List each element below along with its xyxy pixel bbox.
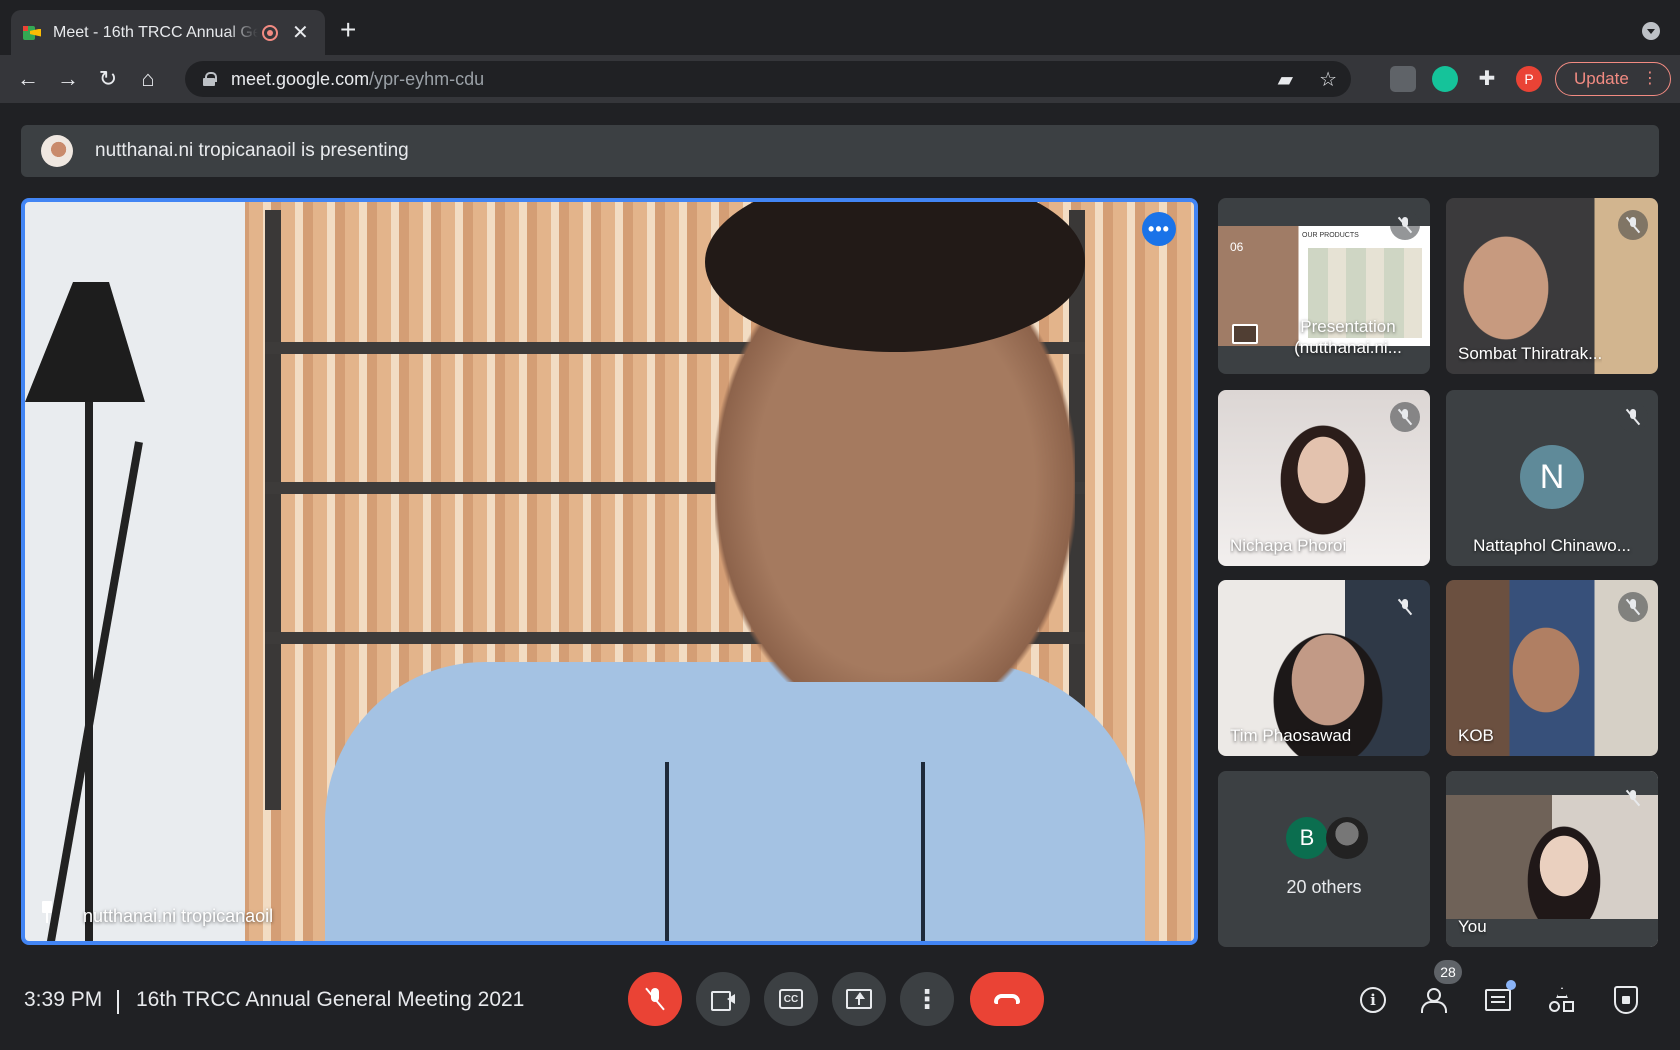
activities-button[interactable] bbox=[1544, 982, 1580, 1018]
participant-count-badge: 28 bbox=[1434, 960, 1462, 984]
grammarly-icon[interactable] bbox=[1432, 66, 1458, 92]
muted-icon bbox=[1618, 210, 1648, 240]
mic-off-icon bbox=[648, 988, 662, 1010]
presenting-banner: nutthanai.ni tropicanaoil is presenting bbox=[21, 125, 1659, 177]
new-tab-icon[interactable]: + bbox=[340, 16, 356, 44]
present-now-button[interactable] bbox=[832, 972, 886, 1026]
self-view-tile[interactable]: You bbox=[1446, 771, 1658, 947]
slide-heading: OUR PRODUCTS bbox=[1302, 232, 1359, 239]
meeting-details-button[interactable]: i bbox=[1355, 982, 1391, 1018]
muted-icon bbox=[1618, 402, 1648, 432]
speaker-lanyard bbox=[665, 762, 925, 941]
show-everyone-button[interactable] bbox=[1418, 982, 1454, 1018]
browser-tab-strip: Meet - 16th TRCC Annual General Meeting … bbox=[0, 0, 1680, 55]
tile-name: Sombat Thiratrak... bbox=[1458, 344, 1603, 363]
people-icon bbox=[1421, 988, 1451, 1013]
others-tile[interactable]: B 20 others bbox=[1218, 771, 1430, 947]
closed-captions-icon: CC bbox=[779, 989, 803, 1009]
main-speaker-name: nutthanai.ni tropicanaoil bbox=[83, 906, 274, 926]
extension-chat-icon[interactable] bbox=[1390, 66, 1416, 92]
address-bar[interactable]: meet.google.com/ypr-eyhm-cdu ▰ ☆ bbox=[185, 61, 1351, 97]
tile-name: Presentation (nutthanai.ni... bbox=[1294, 317, 1402, 357]
more-vert-icon: ⋮ bbox=[914, 984, 940, 1014]
lamp bbox=[25, 282, 145, 402]
profile-avatar[interactable]: P bbox=[1516, 66, 1542, 92]
meeting-time: 3:39 PM bbox=[24, 988, 103, 1011]
muted-icon bbox=[1390, 210, 1420, 240]
bookmark-star-icon[interactable]: ☆ bbox=[1319, 67, 1337, 92]
muted-icon bbox=[1390, 402, 1420, 432]
participant-tile-nattaphol[interactable]: N Nattaphol Chinawo... bbox=[1446, 390, 1658, 566]
others-count-text: 20 others bbox=[1286, 877, 1362, 897]
captions-button[interactable]: CC bbox=[764, 972, 818, 1026]
camera-icon bbox=[711, 991, 735, 1011]
toggle-camera-button[interactable] bbox=[696, 972, 750, 1026]
meeting-controls-bar: 3:39 PM 16th TRCC Annual General Meeting… bbox=[0, 958, 1680, 1050]
tile-name: Nattaphol Chinawo... bbox=[1473, 536, 1631, 555]
participant-tile-kob[interactable]: KOB bbox=[1446, 580, 1658, 756]
muted-icon bbox=[1390, 592, 1420, 622]
url-path: /ypr-eyhm-cdu bbox=[369, 68, 485, 89]
host-controls-button[interactable] bbox=[1608, 982, 1644, 1018]
hang-up-icon bbox=[994, 994, 1020, 1004]
avatar: N bbox=[1520, 445, 1584, 509]
reload-icon[interactable]: ↻ bbox=[92, 63, 124, 95]
slide-number: 06 bbox=[1230, 240, 1244, 254]
browser-menu-icon[interactable]: ⋮ bbox=[1642, 71, 1658, 87]
pin-icon[interactable] bbox=[39, 901, 55, 923]
avatar: B bbox=[1286, 817, 1328, 859]
browser-toolbar: ← → ↻ ⌂ meet.google.com/ypr-eyhm-cdu ▰ ☆… bbox=[0, 55, 1680, 103]
muted-icon bbox=[1618, 783, 1648, 813]
toggle-microphone-button[interactable] bbox=[628, 972, 682, 1026]
close-tab-icon[interactable]: ✕ bbox=[292, 23, 309, 43]
tile-name: KOB bbox=[1458, 726, 1494, 745]
present-screen-icon bbox=[1232, 324, 1258, 344]
main-speaker-video[interactable]: ••• nutthanai.ni tropicanaoil bbox=[21, 198, 1198, 945]
participant-tile-tim[interactable]: Tim Phaosawad bbox=[1218, 580, 1430, 756]
extensions-puzzle-icon[interactable]: ✚ bbox=[1474, 66, 1500, 92]
divider bbox=[117, 990, 119, 1014]
home-icon[interactable]: ⌂ bbox=[132, 63, 164, 95]
tile-name: Nichapa Phoroi bbox=[1230, 536, 1347, 555]
meeting-title: 16th TRCC Annual General Meeting 2021 bbox=[136, 988, 525, 1011]
muted-icon bbox=[1618, 592, 1648, 622]
tab-search-icon[interactable] bbox=[1642, 22, 1660, 40]
info-icon: i bbox=[1360, 987, 1386, 1013]
participant-tile-sombat[interactable]: Sombat Thiratrak... bbox=[1446, 198, 1658, 374]
back-icon[interactable]: ← bbox=[12, 63, 44, 95]
update-label: Update bbox=[1574, 69, 1629, 88]
presenter-avatar bbox=[41, 135, 73, 167]
shield-lock-icon bbox=[1614, 986, 1638, 1014]
recording-indicator-icon bbox=[262, 24, 278, 41]
activities-icon bbox=[1549, 987, 1575, 1013]
camera-in-use-icon[interactable]: ▰ bbox=[1278, 67, 1293, 92]
avatar bbox=[1326, 817, 1368, 859]
chat-icon bbox=[1485, 989, 1511, 1011]
more-options-button[interactable]: ⋮ bbox=[900, 972, 954, 1026]
google-meet-icon bbox=[23, 24, 41, 42]
chat-notification-dot bbox=[1506, 980, 1516, 990]
url-host: meet.google.com bbox=[231, 68, 370, 89]
tile-name: Tim Phaosawad bbox=[1230, 726, 1352, 745]
participant-tile-presentation[interactable]: 06 OUR PRODUCTS Presentation (nutthanai.… bbox=[1218, 198, 1430, 374]
participant-tile-nichapa[interactable]: Nichapa Phoroi bbox=[1218, 390, 1430, 566]
present-icon bbox=[846, 989, 872, 1009]
browser-tab-meet[interactable]: Meet - 16th TRCC Annual General Meeting … bbox=[11, 10, 325, 55]
tile-more-options-icon[interactable]: ••• bbox=[1142, 212, 1176, 246]
update-button[interactable]: Update ⋮ bbox=[1555, 62, 1671, 96]
tab-title: Meet - 16th TRCC Annual General Meeting … bbox=[53, 23, 258, 41]
lamp-leg bbox=[44, 441, 143, 941]
lamp-pole bbox=[85, 402, 93, 941]
leave-call-button[interactable] bbox=[970, 972, 1044, 1026]
lock-icon[interactable] bbox=[203, 72, 217, 86]
forward-icon[interactable]: → bbox=[52, 63, 84, 95]
tile-name: You bbox=[1458, 917, 1487, 936]
presenting-text: nutthanai.ni tropicanaoil is presenting bbox=[95, 140, 409, 161]
